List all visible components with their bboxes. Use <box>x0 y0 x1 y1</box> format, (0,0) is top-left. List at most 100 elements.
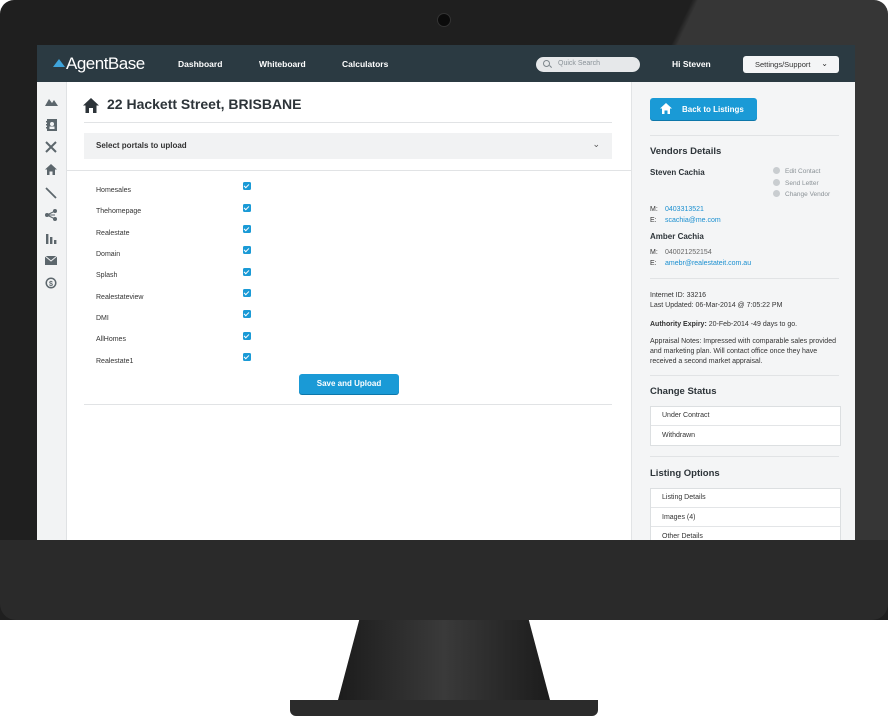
divider <box>650 375 839 376</box>
portal-label: AllHomes <box>96 336 126 343</box>
email-label: E: <box>650 260 657 267</box>
change-vendor-link[interactable]: Change Vendor <box>773 190 830 198</box>
portal-label: Thehomepage <box>96 208 142 215</box>
portal-checkbox[interactable] <box>243 289 251 297</box>
mail-icon[interactable] <box>43 255 59 269</box>
home-icon[interactable] <box>43 164 59 179</box>
images-item[interactable]: Images (4) <box>651 507 840 527</box>
internet-id: Internet ID: 33216 <box>650 292 707 299</box>
chevron-down-icon: ⌄ <box>821 59 828 68</box>
monitor-base <box>290 700 598 716</box>
authority-expiry: Authority Expiry: 20-Feb-2014 -49 days t… <box>650 321 797 328</box>
page-home-icon <box>83 98 99 114</box>
settings-label: Settings/Support <box>755 60 811 69</box>
home-icon <box>660 103 672 114</box>
last-updated: Last Updated: 06-Mar-2014 @ 7:05:22 PM <box>650 302 783 309</box>
circle-icon <box>773 167 780 174</box>
divider <box>84 404 612 405</box>
divider <box>650 278 839 279</box>
back-label: Back to Listings <box>682 105 744 114</box>
portal-checkbox[interactable] <box>243 310 251 318</box>
logo-text: AgentBase <box>66 54 145 73</box>
vendor-name: Steven Cachia <box>650 168 705 177</box>
top-navbar: AgentBase Dashboard Whiteboard Calculato… <box>37 45 855 82</box>
divider <box>84 122 612 123</box>
vendor-mobile[interactable]: 0403313521 <box>665 206 704 213</box>
back-to-listings-button[interactable]: Back to Listings <box>650 98 757 120</box>
status-under-contract[interactable]: Under Contract <box>651 406 840 425</box>
appraisal-notes: and marketing plan. Will contact office … <box>650 348 818 355</box>
portal-checkbox[interactable] <box>243 225 251 233</box>
listing-details-item[interactable]: Listing Details <box>651 488 840 507</box>
portal-checkbox[interactable] <box>243 268 251 276</box>
share-icon[interactable] <box>43 209 59 225</box>
listing-options-heading: Listing Options <box>650 468 720 479</box>
portal-checkbox[interactable] <box>243 246 251 254</box>
portal-label: DMI <box>96 315 109 322</box>
portal-label: Realestate1 <box>96 358 134 365</box>
change-status-heading: Change Status <box>650 386 717 397</box>
portal-select-dropdown[interactable]: Select portals to upload ⌄ <box>84 133 612 159</box>
pen-icon[interactable] <box>43 187 59 203</box>
nav-calculators[interactable]: Calculators <box>342 59 388 69</box>
bar-chart-icon[interactable] <box>43 232 59 248</box>
send-letter-label: Send Letter <box>785 180 819 187</box>
other-details-item[interactable]: Other Details <box>651 526 840 540</box>
edit-contact-link[interactable]: Edit Contact <box>773 167 820 175</box>
logo-house-icon <box>53 59 65 67</box>
vendor-email[interactable]: scachia@me.com <box>665 217 721 224</box>
portal-label: Realestate <box>96 230 130 237</box>
dollar-icon[interactable]: $ <box>43 277 59 293</box>
status-options: Under Contract Withdrawn <box>650 406 841 446</box>
option-label: Other Details <box>662 533 703 540</box>
nav-dashboard[interactable]: Dashboard <box>178 59 222 69</box>
authority-value: 20-Feb-2014 -49 days to go. <box>706 321 798 328</box>
email-label: E: <box>650 217 657 224</box>
user-greeting: Hi Steven <box>672 59 711 69</box>
status-withdrawn[interactable]: Withdrawn <box>651 425 840 445</box>
portal-checkbox[interactable] <box>243 182 251 190</box>
app-logo[interactable]: AgentBase <box>53 54 145 74</box>
mobile-label: M: <box>650 249 658 256</box>
portal-label: Domain <box>96 251 121 258</box>
portal-checkbox[interactable] <box>243 332 251 340</box>
option-label: Images (4) <box>662 514 696 521</box>
tools-icon[interactable] <box>43 141 59 157</box>
circle-icon <box>773 179 780 186</box>
portal-select-label: Select portals to upload <box>96 141 187 150</box>
status-label: Withdrawn <box>662 432 696 439</box>
change-vendor-label: Change Vendor <box>785 191 831 198</box>
mobile-label: M: <box>650 206 658 213</box>
search-input[interactable]: Quick Search <box>536 57 640 72</box>
circle-icon <box>773 190 780 197</box>
portal-label: Realestateview <box>96 294 144 301</box>
portal-checkbox[interactable] <box>243 353 251 361</box>
save-and-upload-button[interactable]: Save and Upload <box>299 374 399 394</box>
camera-icon <box>437 13 451 27</box>
search-icon <box>543 60 550 67</box>
status-label: Under Contract <box>662 412 710 419</box>
appraisal-notes: received a second market appraisal. <box>650 358 763 365</box>
svg-text:$: $ <box>49 281 53 288</box>
vendor-name: Amber Cachia <box>650 232 704 241</box>
portal-label: Splash <box>96 272 118 279</box>
listing-options: Listing Details Images (4) Other Details <box>650 488 841 540</box>
nav-whiteboard[interactable]: Whiteboard <box>259 59 306 69</box>
portal-checkbox[interactable] <box>243 204 251 212</box>
chart-area-icon[interactable] <box>43 96 59 110</box>
settings-dropdown[interactable]: Settings/Support ⌄ <box>743 56 839 73</box>
divider <box>650 135 839 136</box>
app-screen: AgentBase Dashboard Whiteboard Calculato… <box>37 45 855 540</box>
vendor-mobile[interactable]: 040021252154 <box>665 249 712 256</box>
monitor-chin <box>0 540 888 620</box>
divider <box>66 170 631 171</box>
appraisal-notes: Appraisal Notes: Impressed with comparab… <box>650 338 836 345</box>
divider <box>650 456 839 457</box>
contacts-icon[interactable] <box>43 119 59 135</box>
page-title: 22 Hackett Street, BRISBANE <box>107 96 302 112</box>
vendor-email[interactable]: amebr@realestateit.com.au <box>665 260 751 267</box>
portal-label: Homesales <box>96 187 132 194</box>
chevron-down-icon: ⌄ <box>592 139 600 149</box>
send-letter-link[interactable]: Send Letter <box>773 179 819 187</box>
edit-contact-label: Edit Contact <box>785 168 821 175</box>
